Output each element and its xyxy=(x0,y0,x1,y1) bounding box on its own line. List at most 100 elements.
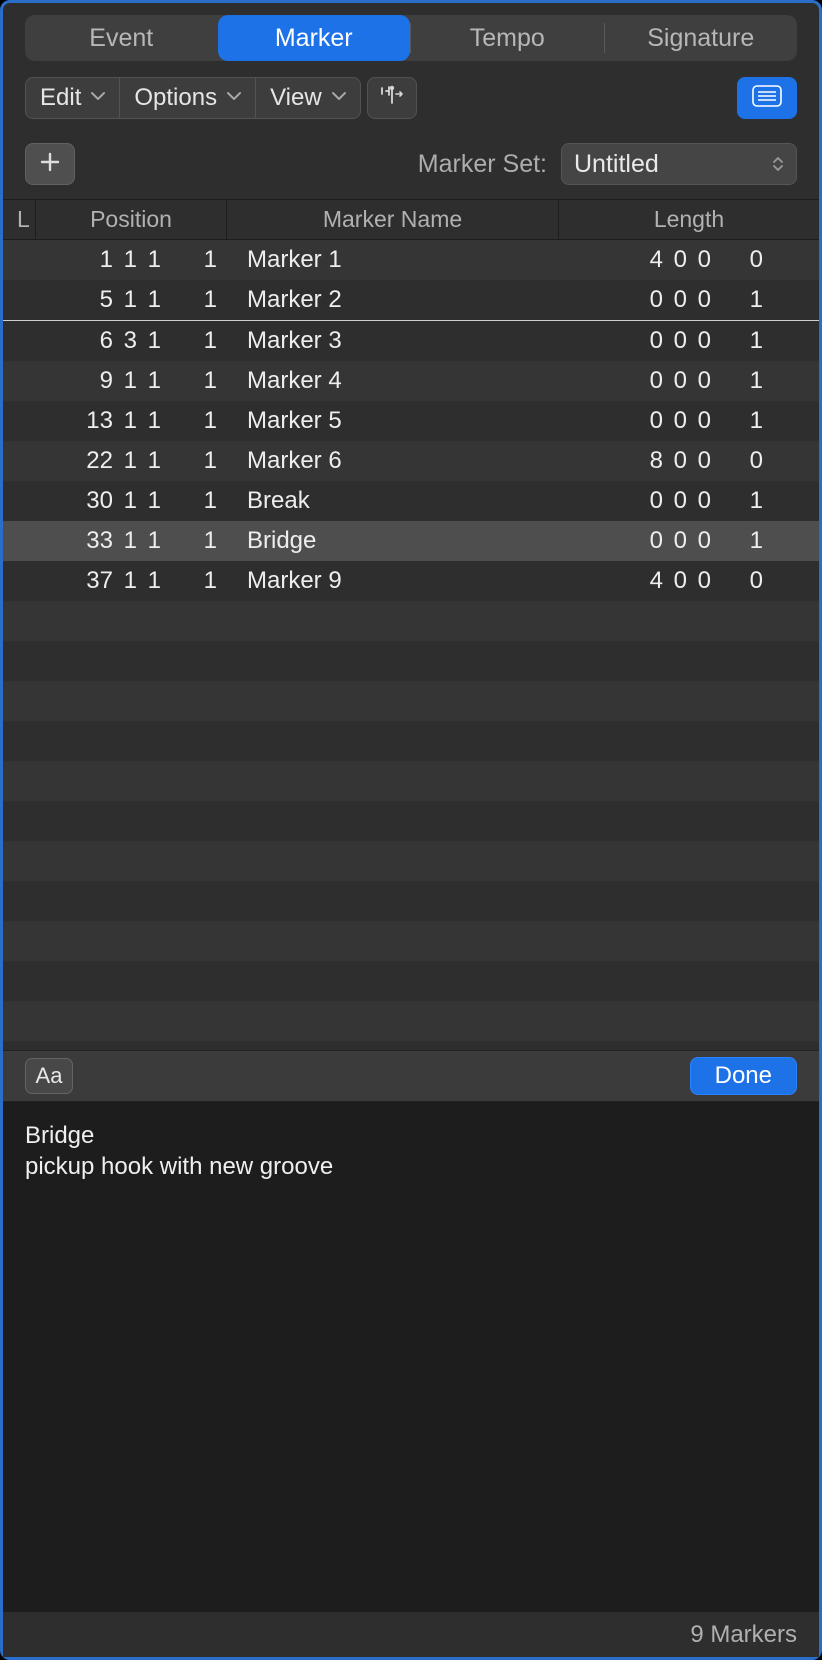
catch-icon xyxy=(379,85,405,112)
done-button-label: Done xyxy=(715,1062,772,1090)
position-cell[interactable]: 6311 xyxy=(3,327,225,355)
position-part: 1 xyxy=(113,527,137,555)
column-header-length[interactable]: Length xyxy=(559,206,819,233)
section-tabs: Event Marker Tempo Signature xyxy=(25,15,797,61)
tab-label: Event xyxy=(89,24,153,53)
marker-name-cell[interactable]: Bridge xyxy=(225,527,559,555)
length-cell[interactable]: 0001 xyxy=(559,367,819,395)
length-cell[interactable]: 0001 xyxy=(559,407,819,435)
length-part: 0 xyxy=(687,527,711,555)
table-row[interactable]: 9111Marker 40001 xyxy=(3,361,819,401)
position-part: 1 xyxy=(137,487,161,515)
length-part: 0 xyxy=(711,567,763,595)
marker-name-cell[interactable]: Marker 3 xyxy=(225,327,559,355)
table-row[interactable]: 37111Marker 94000 xyxy=(3,561,819,601)
position-cell[interactable]: 37111 xyxy=(3,567,225,595)
length-part: 0 xyxy=(687,447,711,475)
position-part: 1 xyxy=(113,286,137,314)
length-cell[interactable]: 0001 xyxy=(559,527,819,555)
length-part: 0 xyxy=(687,286,711,314)
position-part: 1 xyxy=(113,567,137,595)
done-button[interactable]: Done xyxy=(690,1057,797,1095)
table-row[interactable]: 6311Marker 30001 xyxy=(3,321,819,361)
catch-playhead-button[interactable] xyxy=(367,77,417,119)
table-row[interactable]: 13111Marker 50001 xyxy=(3,401,819,441)
length-cell[interactable]: 4000 xyxy=(559,567,819,595)
chevron-down-icon xyxy=(332,91,346,105)
font-button[interactable]: Aa xyxy=(25,1058,73,1094)
position-part: 1 xyxy=(137,567,161,595)
position-cell[interactable]: 13111 xyxy=(3,407,225,435)
menu-label: View xyxy=(270,84,322,112)
length-cell[interactable]: 0001 xyxy=(559,487,819,515)
length-part: 8 xyxy=(639,447,663,475)
marker-name-cell[interactable]: Marker 1 xyxy=(225,246,559,274)
length-part: 0 xyxy=(663,527,687,555)
column-header-position[interactable]: Position xyxy=(36,206,226,233)
marker-list-window: Event Marker Tempo Signature Edit Option… xyxy=(0,0,822,1660)
table-row[interactable]: 22111Marker 68000 xyxy=(3,441,819,481)
font-button-label: Aa xyxy=(36,1063,63,1089)
length-part: 0 xyxy=(711,447,763,475)
column-header-lock[interactable]: L xyxy=(3,206,35,233)
position-part: 1 xyxy=(137,447,161,475)
marker-set-select[interactable]: Untitled xyxy=(561,143,797,185)
tab-signature[interactable]: Signature xyxy=(605,15,798,61)
position-cell[interactable]: 33111 xyxy=(3,527,225,555)
table-header: L Position Marker Name Length xyxy=(3,200,819,240)
table-row[interactable]: 1111Marker 14000 xyxy=(3,240,819,280)
length-cell[interactable]: 0001 xyxy=(559,327,819,355)
marker-name-cell[interactable]: Marker 4 xyxy=(225,367,559,395)
marker-set-label: Marker Set: xyxy=(418,150,547,179)
tab-event[interactable]: Event xyxy=(25,15,218,61)
marker-name-cell[interactable]: Marker 6 xyxy=(225,447,559,475)
length-cell[interactable]: 4000 xyxy=(559,246,819,274)
menu-group: Edit Options View xyxy=(25,77,361,119)
position-part: 1 xyxy=(161,367,217,395)
length-part: 4 xyxy=(639,567,663,595)
length-part: 0 xyxy=(639,527,663,555)
length-cell[interactable]: 8000 xyxy=(559,447,819,475)
length-part: 0 xyxy=(639,286,663,314)
position-cell[interactable]: 9111 xyxy=(3,367,225,395)
marker-notes-textarea[interactable]: Bridge pickup hook with new groove xyxy=(3,1102,819,1611)
toggle-list-panel-button[interactable] xyxy=(737,77,797,119)
add-marker-button[interactable] xyxy=(25,143,75,185)
options-menu[interactable]: Options xyxy=(119,78,255,118)
tab-marker[interactable]: Marker xyxy=(218,15,411,61)
marker-name-cell[interactable]: Marker 9 xyxy=(225,567,559,595)
length-part: 0 xyxy=(687,327,711,355)
table-row[interactable]: 5111Marker 20001 xyxy=(3,280,819,320)
edit-menu[interactable]: Edit xyxy=(26,78,119,118)
marker-name-cell[interactable]: Marker 5 xyxy=(225,407,559,435)
length-cell[interactable]: 0001 xyxy=(559,286,819,314)
tab-label: Tempo xyxy=(470,24,545,53)
position-part: 1 xyxy=(137,327,161,355)
position-part: 1 xyxy=(161,327,217,355)
position-cell[interactable]: 22111 xyxy=(3,447,225,475)
length-part: 0 xyxy=(711,246,763,274)
marker-set-row: Marker Set: Untitled xyxy=(3,129,819,199)
empty-row xyxy=(3,601,819,641)
position-part: 9 xyxy=(73,367,113,395)
position-part: 1 xyxy=(161,527,217,555)
marker-name-cell[interactable]: Break xyxy=(225,487,559,515)
position-part: 22 xyxy=(73,447,113,475)
position-part: 1 xyxy=(137,286,161,314)
table-row[interactable]: 33111Bridge0001 xyxy=(3,521,819,561)
table-row[interactable]: 30111Break0001 xyxy=(3,481,819,521)
column-header-marker-name[interactable]: Marker Name xyxy=(227,206,558,233)
length-part: 1 xyxy=(711,527,763,555)
position-cell[interactable]: 30111 xyxy=(3,487,225,515)
notes-toolbar: Aa Done xyxy=(3,1050,819,1102)
plus-icon xyxy=(39,147,61,181)
position-cell[interactable]: 1111 xyxy=(3,246,225,274)
position-cell[interactable]: 5111 xyxy=(3,286,225,314)
position-part: 1 xyxy=(137,407,161,435)
position-part: 33 xyxy=(73,527,113,555)
length-part: 1 xyxy=(711,327,763,355)
marker-name-cell[interactable]: Marker 2 xyxy=(225,286,559,314)
tab-tempo[interactable]: Tempo xyxy=(411,15,604,61)
view-menu[interactable]: View xyxy=(255,78,360,118)
position-part: 1 xyxy=(161,246,217,274)
